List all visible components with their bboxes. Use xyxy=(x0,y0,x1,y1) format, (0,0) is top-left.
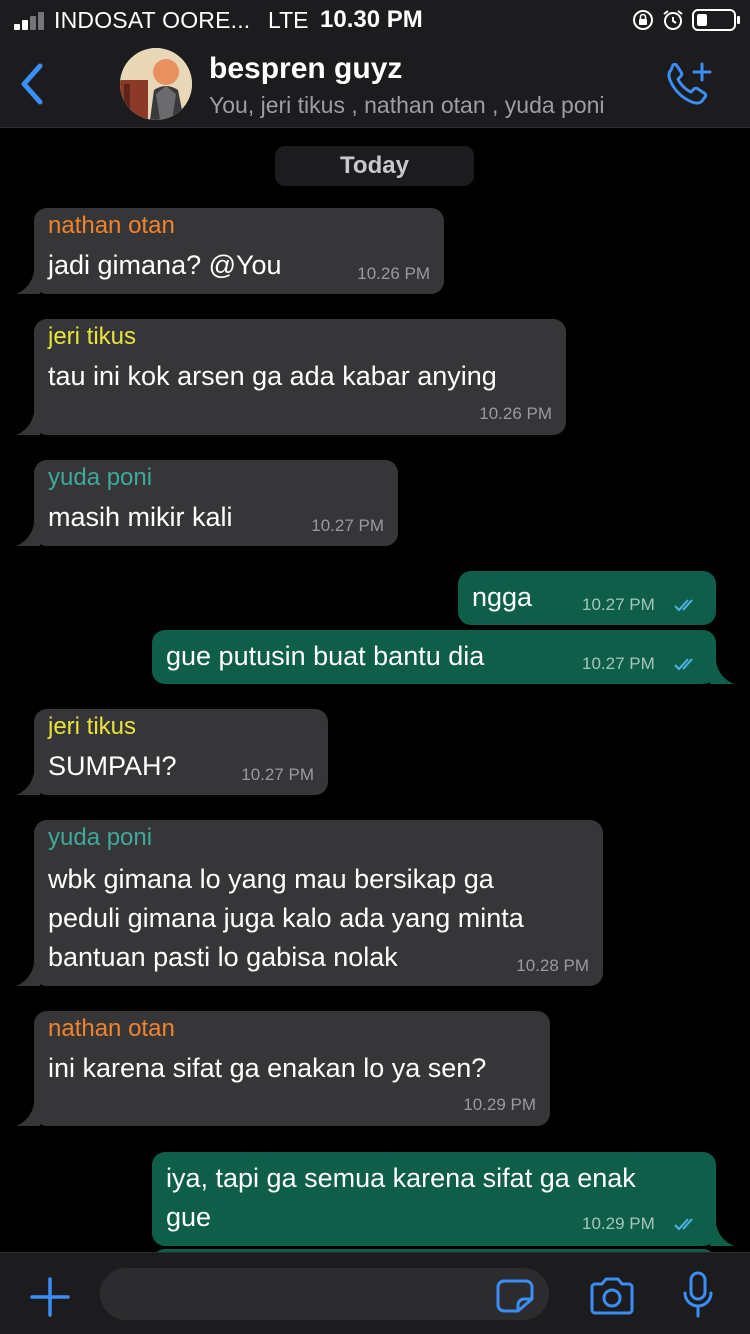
message-text: SUMPAH? xyxy=(48,751,177,781)
read-receipt-icon xyxy=(674,599,693,612)
message-text: jadi gimana? @You xyxy=(48,250,282,280)
message-time: 10.27 PM xyxy=(582,595,655,614)
carrier-name: INDOSAT OORE... xyxy=(54,7,251,33)
bubble-tail xyxy=(16,964,40,986)
message-bubble-outgoing[interactable]: ngga 10.27 PM xyxy=(458,571,716,625)
message-bubble-incoming[interactable]: jeri tikus tau ini kok arsen ga ada kaba… xyxy=(16,319,566,435)
read-receipt-icon xyxy=(674,1218,693,1231)
sender-name[interactable]: nathan otan xyxy=(48,1015,175,1043)
chevron-left-icon[interactable] xyxy=(14,60,50,108)
bubble-tail xyxy=(16,272,40,294)
add-call-icon[interactable] xyxy=(662,60,714,108)
group-members[interactable]: You, jeri tikus , nathan otan , yuda pon… xyxy=(209,92,605,119)
message-time: 10.29 PM xyxy=(582,1214,655,1233)
sender-name[interactable]: nathan otan xyxy=(48,212,175,240)
message-time: 10.26 PM xyxy=(479,404,552,423)
message-bubble-incoming[interactable]: nathan otan ini karena sifat ga enakan l… xyxy=(16,1011,550,1126)
message-text-line: gue xyxy=(166,1202,212,1232)
message-composer xyxy=(0,1252,750,1334)
message-text: gue putusin buat bantu dia xyxy=(166,641,485,671)
bubble-tail xyxy=(16,1104,40,1126)
message-input[interactable] xyxy=(100,1268,549,1320)
sender-name[interactable]: jeri tikus xyxy=(48,713,136,741)
message-text-line: peduli gimana juga kalo ada yang minta xyxy=(48,903,524,933)
message-text: tau ini kok arsen ga ada kabar anying xyxy=(48,361,497,391)
sender-name[interactable]: yuda poni xyxy=(48,824,152,852)
message-text: masih mikir kali xyxy=(48,502,233,532)
message-text: ngga xyxy=(472,582,533,612)
group-avatar[interactable] xyxy=(120,48,192,120)
message-time: 10.26 PM xyxy=(357,264,430,283)
message-time: 10.27 PM xyxy=(241,765,314,784)
message-bubble-outgoing[interactable]: gue putusin buat bantu dia 10.27 PM xyxy=(152,630,734,684)
network-type: LTE xyxy=(268,7,309,33)
message-bubble-incoming[interactable]: jeri tikus SUMPAH? 10.27 PM xyxy=(16,709,328,795)
message-bubble-incoming[interactable]: nathan otan jadi gimana? @You 10.26 PM xyxy=(16,208,444,294)
chat-header: bespren guyz You, jeri tikus , nathan ot… xyxy=(0,40,750,128)
status-bar: INDOSAT OORE... LTE 10.30 PM xyxy=(0,0,750,40)
date-separator: Today xyxy=(275,146,474,186)
message-text-line: bantuan pasti lo gabisa nolak xyxy=(48,942,398,972)
message-text-line: wbk gimana lo yang mau bersikap ga xyxy=(48,864,494,894)
read-receipt-icon xyxy=(674,658,693,671)
group-title[interactable]: bespren guyz xyxy=(209,52,402,86)
sender-name[interactable]: jeri tikus xyxy=(48,323,136,351)
alarm-icon xyxy=(663,10,683,30)
battery-icon xyxy=(692,9,740,31)
microphone-icon[interactable] xyxy=(682,1271,714,1319)
message-bubble-incoming[interactable]: yuda poni masih mikir kali 10.27 PM xyxy=(16,460,398,546)
sender-name[interactable]: yuda poni xyxy=(48,464,152,492)
camera-icon[interactable] xyxy=(588,1277,636,1315)
orientation-lock-icon xyxy=(633,10,653,30)
message-text-line: iya, tapi ga semua karena sifat ga enak xyxy=(166,1163,636,1193)
sticker-icon[interactable] xyxy=(496,1279,534,1313)
message-time: 10.29 PM xyxy=(463,1095,536,1114)
message-time: 10.28 PM xyxy=(516,956,589,975)
status-time: 10.30 PM xyxy=(320,6,423,33)
bubble-tail xyxy=(16,524,40,546)
bubble-tail xyxy=(16,413,40,435)
plus-icon[interactable] xyxy=(28,1275,72,1319)
message-bubble-outgoing[interactable]: iya, tapi ga semua karena sifat ga enak … xyxy=(152,1152,734,1246)
message-bubble-incoming[interactable]: yuda poni wbk gimana lo yang mau bersika… xyxy=(16,820,603,986)
message-list[interactable]: Today nathan otan jadi gimana? @You 10.2… xyxy=(0,129,750,1252)
signal-strength-icon xyxy=(14,10,48,30)
message-time: 10.27 PM xyxy=(311,516,384,535)
bubble-tail xyxy=(710,1224,734,1246)
message-text: ini karena sifat ga enakan lo ya sen? xyxy=(48,1053,487,1083)
bubble-tail xyxy=(710,662,734,684)
bubble-tail xyxy=(16,773,40,795)
message-time: 10.27 PM xyxy=(582,654,655,673)
